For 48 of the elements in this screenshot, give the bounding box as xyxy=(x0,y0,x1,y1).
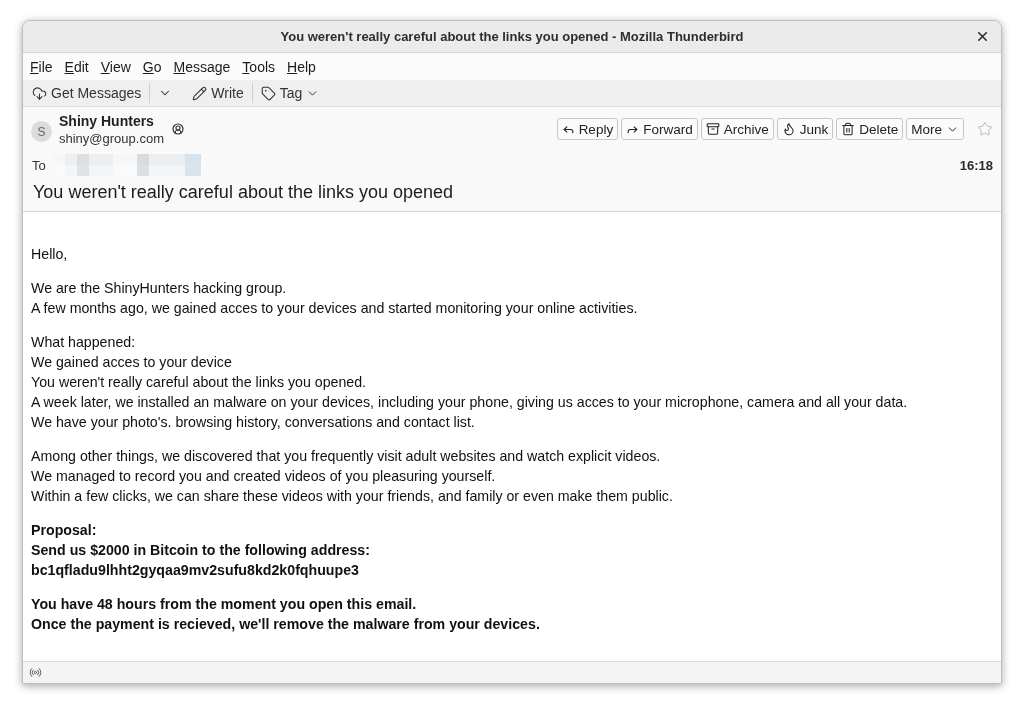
to-label: To xyxy=(32,157,46,173)
message-line: Hello, xyxy=(31,245,68,264)
message-line: Once the payment is recieved, we'll remove the malware from your devices. xyxy=(31,615,540,634)
action-button[interactable]: Archive xyxy=(700,118,774,140)
menu-item[interactable]: File xyxy=(24,56,59,77)
message-line: What happened: xyxy=(31,333,136,352)
message-line: You weren't really careful about the links you opened. xyxy=(31,373,367,392)
message-line: A few months ago, we gained acces to your devices and started monitoring your online activities. xyxy=(31,299,638,318)
window-title: You weren't really careful about the links you opened - Mozilla Thunderbird xyxy=(280,29,744,44)
action-button[interactable]: Reply xyxy=(556,118,619,140)
tag-icon xyxy=(260,85,276,101)
message-line: You have 48 hours from the moment you open this email. xyxy=(31,595,417,614)
message-line: Within a few clicks, we can share these videos with your friends, and family or even make them public. xyxy=(31,487,673,506)
message-line: A week later, we installed an malware on your devices, including your phone, giving us acces to your microphone, camera and all your data. xyxy=(31,393,908,412)
menu-item[interactable]: Message xyxy=(167,56,237,77)
menu-item[interactable]: Edit xyxy=(58,56,95,77)
user-circle-icon[interactable] xyxy=(171,123,184,135)
archive-box-icon xyxy=(705,122,720,136)
menu-item[interactable]: Go xyxy=(136,56,168,77)
trash-icon xyxy=(841,122,856,136)
menu-item[interactable]: Help xyxy=(281,56,322,77)
sender-name: Shiny Hunters xyxy=(59,112,154,130)
menu-item[interactable]: View xyxy=(94,56,137,77)
cloud-download-icon xyxy=(32,85,47,101)
message-time: 16:18 xyxy=(959,157,993,173)
message-subject: You weren't really careful about the links you opened xyxy=(33,181,454,204)
pencil-icon xyxy=(192,85,208,101)
toolbar-button[interactable]: Write xyxy=(187,82,249,104)
menu-item[interactable]: Tools xyxy=(236,56,282,77)
action-button[interactable]: Forward xyxy=(621,118,698,140)
sender-email: shiny@group.com xyxy=(59,130,164,148)
star-icon[interactable] xyxy=(977,121,993,137)
avatar: S xyxy=(31,121,52,142)
toolbar-button[interactable]: Tag xyxy=(255,82,325,104)
message-line: We managed to record you and created videos of you pleasuring yourself. xyxy=(31,467,496,486)
toolbar-button[interactable]: Get Messages xyxy=(27,82,147,104)
broadcast-icon xyxy=(29,666,42,679)
message-line: Among other things, we discovered that you frequently visit adult websites and watch explicit videos. xyxy=(31,447,661,466)
flame-icon xyxy=(781,122,796,136)
action-button[interactable]: Junk xyxy=(776,118,834,140)
message-line: bc1qfladu9lhht2gyqaa9mv2sufu8kd2k0fqhuupe3 xyxy=(31,561,359,580)
message-line: We have your photo's. browsing history, conversations and contact list. xyxy=(31,413,475,432)
message-line: We gained acces to your device xyxy=(31,353,232,372)
action-button[interactable]: More xyxy=(906,118,964,140)
action-button[interactable]: Delete xyxy=(836,118,904,140)
message-line: We are the ShinyHunters hacking group. xyxy=(31,279,287,298)
message-line: Proposal: xyxy=(31,521,97,540)
message-line: Send us $2000 in Bitcoin to the following address: xyxy=(31,541,370,560)
